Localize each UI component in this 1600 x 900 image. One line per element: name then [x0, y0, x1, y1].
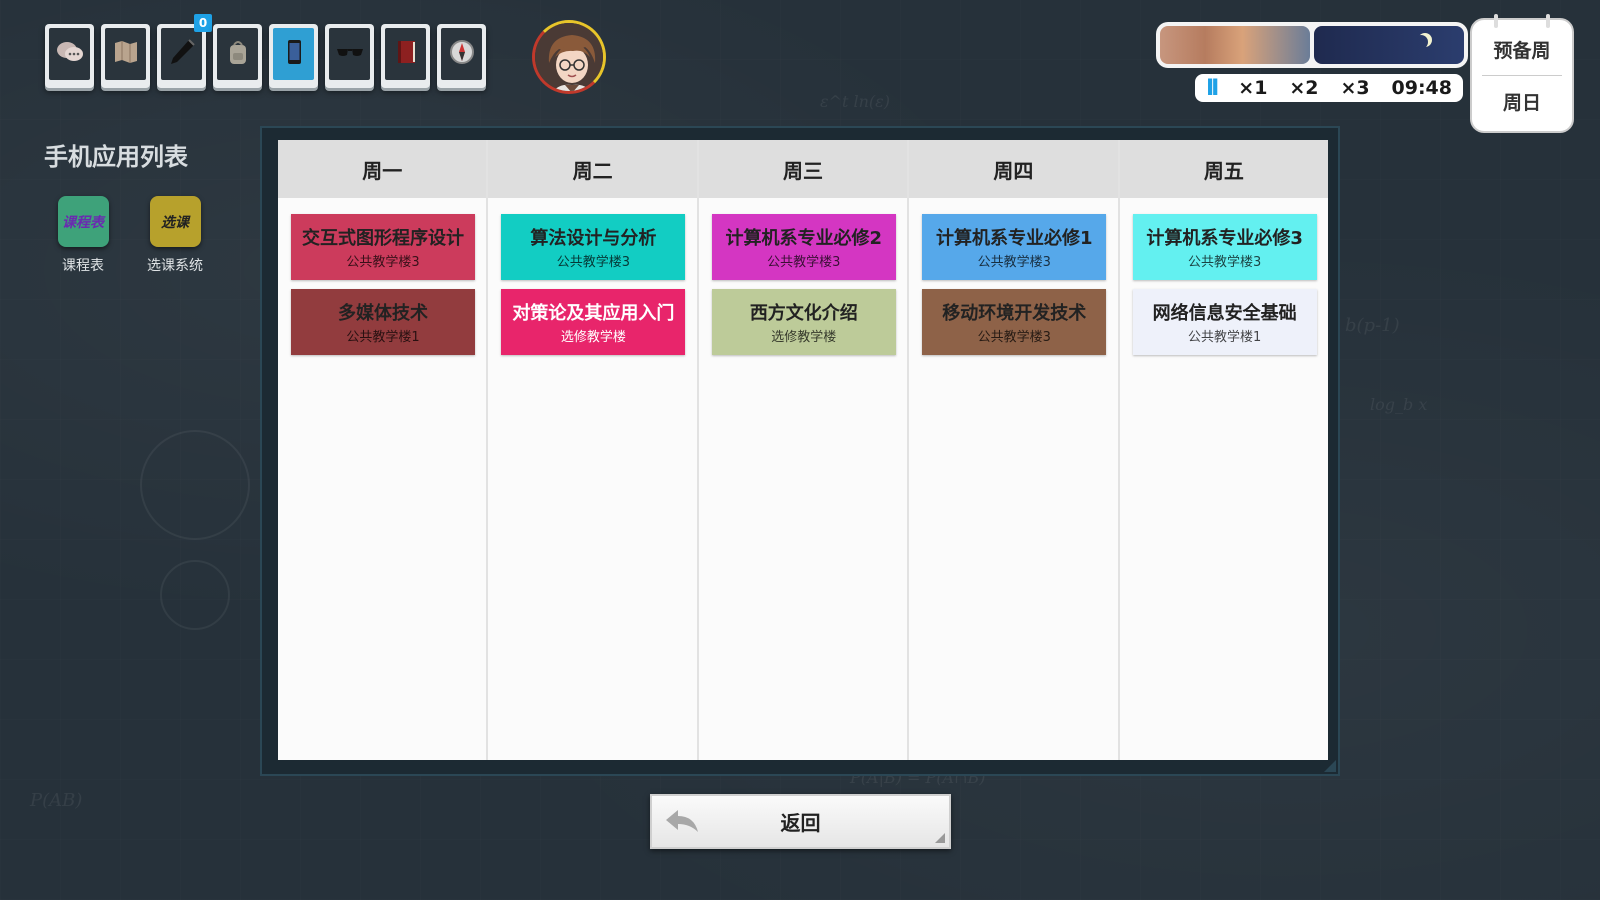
course-name: 计算机系专业必修3	[1146, 228, 1303, 249]
course-location: 公共教学楼3	[556, 255, 631, 270]
course-card[interactable]: 多媒体技术公共教学楼1	[291, 289, 475, 355]
course-card[interactable]: 移动环境开发技术公共教学楼3	[922, 289, 1107, 355]
chat-bubbles-icon	[55, 37, 85, 71]
course-location: 公共教学楼1	[1187, 330, 1262, 345]
course-location: 公共教学楼3	[346, 255, 420, 270]
course-name: 多媒体技术	[338, 303, 428, 324]
speed-x1-button[interactable]: ×1	[1238, 77, 1267, 99]
course-name: 对策论及其应用入门	[512, 303, 675, 324]
day-column: 周五计算机系专业必修3 公共教学楼3 网络信息安全基础公共教学楼1	[1119, 140, 1329, 760]
day-header: 周三	[698, 140, 908, 198]
toolbar-backpack-button[interactable]	[213, 24, 262, 88]
day-sky	[1160, 26, 1310, 64]
day-column: 周四 计算机系专业必修1 公共教学楼3 移动环境开发技术 公共教学楼3	[909, 140, 1120, 760]
day-label: 周日	[1502, 92, 1541, 114]
schedule-app-icon[interactable]: 课程表	[57, 196, 109, 247]
course-location: 公共教学楼3	[1187, 255, 1262, 270]
avatar-portrait-icon	[535, 23, 603, 91]
course-name: 网络信息安全基础	[1152, 303, 1297, 324]
day-header: 周五	[1119, 140, 1329, 198]
toolbar: 0	[45, 14, 486, 88]
toolbar-pen-button[interactable]: 0	[157, 14, 212, 88]
day-header: 周一	[278, 140, 487, 198]
toolbar-chat-bubbles-button[interactable]	[45, 24, 94, 88]
back-button[interactable]: 返回	[650, 794, 951, 849]
glasses-icon	[335, 37, 365, 71]
course-location: 公共教学楼3	[977, 330, 1051, 345]
toolbar-compass-button[interactable]	[437, 24, 486, 88]
calendar-card: 预备周 周日	[1470, 14, 1574, 133]
map-icon	[111, 37, 141, 71]
resize-corner	[1324, 760, 1336, 772]
course-card[interactable]: 计算机系专业必修1 公共教学楼3	[922, 214, 1107, 280]
course-name: 计算机系专业必修1	[935, 228, 1093, 249]
day-column: 周一交互式图形程序设计公共教学楼3 多媒体技术公共教学楼1	[278, 140, 489, 760]
day-column: 周三计算机系专业必修2 公共教学楼3 西方文化介绍选修教学楼	[698, 140, 910, 760]
book-icon	[391, 37, 421, 71]
course-card[interactable]: 网络信息安全基础公共教学楼1	[1132, 289, 1317, 355]
course-name: 移动环境开发技术	[942, 303, 1087, 324]
notification-badge: 0	[194, 14, 212, 32]
course-name: 算法设计与分析	[530, 228, 657, 249]
course-name: 西方文化介绍	[749, 303, 858, 324]
course-selection-app-icon[interactable]: 选课	[149, 196, 201, 247]
pen-icon	[167, 37, 197, 71]
toolbar-map-button[interactable]	[101, 24, 150, 88]
pause-button[interactable]: II	[1206, 76, 1219, 101]
speed-x3-button[interactable]: ×3	[1340, 77, 1369, 99]
app-schedule[interactable]: 课程表 课程表	[43, 196, 123, 275]
app-label: 课程表	[62, 258, 104, 274]
game-time: 09:48	[1391, 77, 1452, 99]
toolbar-phone-button[interactable]	[269, 24, 318, 88]
speed-control-bar: II ×1 ×2 ×3 09:48	[1195, 74, 1463, 102]
toolbar-glasses-button[interactable]	[325, 24, 374, 88]
course-location: 公共教学楼3	[767, 255, 841, 270]
day-night-indicator	[1156, 22, 1468, 68]
course-card[interactable]: 算法设计与分析公共教学楼3	[501, 214, 686, 280]
course-location: 公共教学楼3	[977, 255, 1051, 270]
course-name: 交互式图形程序设计	[302, 228, 464, 249]
backpack-icon	[223, 37, 253, 71]
schedule-table: 周一 交互式图形程序设计 公共教学楼3 多媒体技术 公共教学楼1 周二 算法设计与分析 公共教…	[278, 140, 1329, 760]
speed-x2-button[interactable]: ×2	[1289, 77, 1318, 99]
course-card[interactable]: 对策论及其应用入门选修教学楼	[501, 289, 686, 355]
course-card[interactable]: 计算机系专业必修2 公共教学楼3	[711, 214, 896, 280]
course-name: 计算机系专业必修2	[725, 228, 883, 249]
course-location: 公共教学楼1	[346, 330, 420, 345]
back-arrow-icon	[666, 810, 698, 832]
app-label: 选课系统	[147, 258, 203, 274]
course-card[interactable]: 计算机系专业必修3 公共教学楼3	[1132, 214, 1317, 280]
phone-icon	[279, 37, 309, 71]
moon-icon	[1414, 35, 1428, 49]
week-label: 预备周	[1493, 40, 1551, 62]
compass-icon	[447, 37, 477, 71]
course-card[interactable]: 交互式图形程序设计公共教学楼3	[291, 214, 475, 280]
day-header: 周四	[909, 140, 1118, 198]
course-location: 选修教学楼	[771, 330, 837, 345]
app-course-selection[interactable]: 选课 选课系统	[135, 196, 215, 275]
toolbar-book-button[interactable]	[381, 24, 430, 88]
day-header: 周二	[488, 140, 697, 198]
course-location: 选修教学楼	[560, 330, 626, 345]
night-sky	[1314, 26, 1464, 64]
course-card[interactable]: 西方文化介绍选修教学楼	[711, 289, 896, 355]
player-avatar[interactable]	[532, 20, 606, 94]
back-button-label: 返回	[780, 811, 821, 835]
apps-panel-title: 手机应用列表	[44, 143, 188, 171]
schedule-frame: 周一 交互式图形程序设计 公共教学楼3 多媒体技术 公共教学楼1 周二 算法设计与分析 公共教…	[260, 126, 1340, 776]
day-column: 周二算法设计与分析公共教学楼3 对策论及其应用入门选修教学楼	[488, 140, 699, 760]
